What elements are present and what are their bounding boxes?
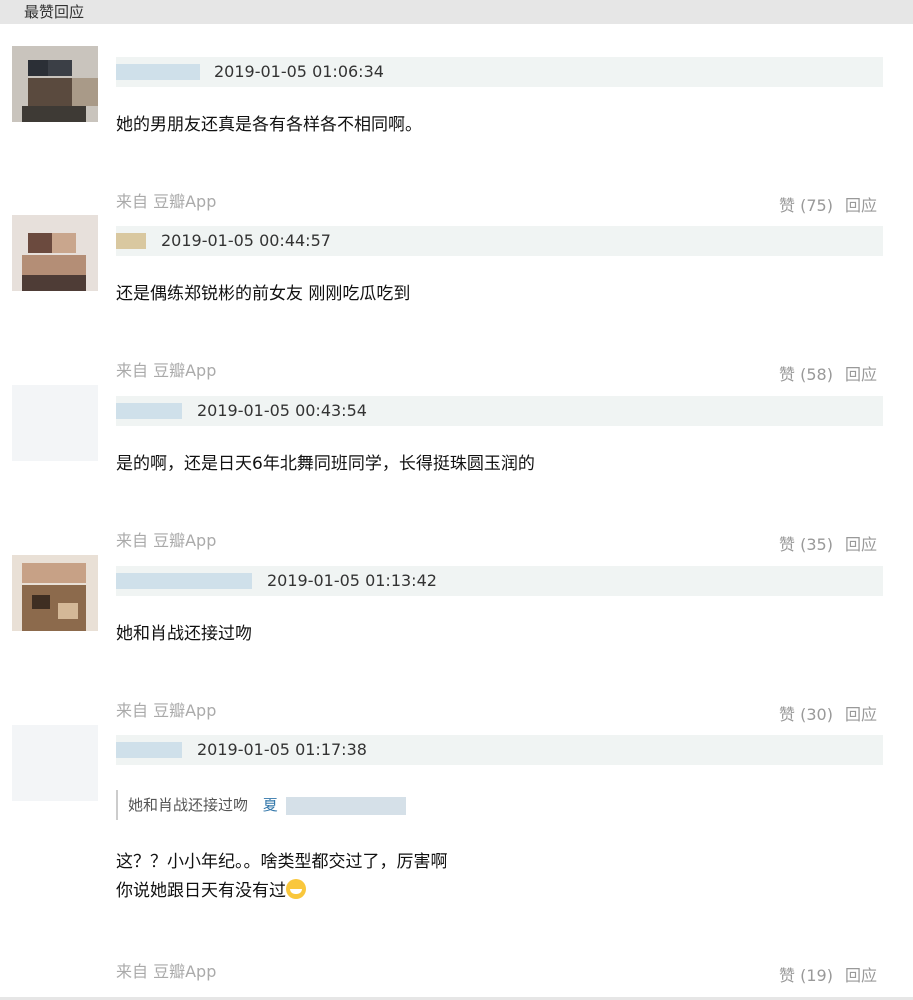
username-blurred[interactable] [116, 403, 182, 419]
quoted-reply: 她和肖战还接过吻 夏 [116, 790, 406, 820]
user-avatar[interactable] [12, 46, 98, 122]
comment-actions: 赞 (58) 回应 [767, 361, 877, 385]
comment-text: 她的男朋友还真是各有各样各不相同啊。 [116, 115, 422, 135]
comment-timestamp: 2019-01-05 01:06:34 [214, 62, 384, 81]
reply-button[interactable]: 回应 [845, 966, 877, 985]
comment-timestamp: 2019-01-05 00:43:54 [197, 401, 367, 420]
comment-actions: 赞 (75) 回应 [767, 192, 877, 216]
reply-button[interactable]: 回应 [845, 196, 877, 215]
user-avatar[interactable] [12, 385, 98, 461]
username-blurred[interactable] [116, 233, 146, 249]
quoted-author[interactable]: 夏 [263, 796, 278, 814]
comment-source: 来自 豆瓣App [116, 192, 217, 211]
comment-text: 还是偶练郑锐彬的前女友 刚刚吃瓜吃到 [116, 284, 411, 304]
comment-text-line-1: 这？？小小年纪。。啥类型都交过了，厉害啊 [116, 852, 448, 872]
reply-button[interactable]: 回应 [845, 705, 877, 724]
like-button[interactable]: 赞 (75) [779, 196, 833, 215]
comment-source: 来自 豆瓣App [116, 701, 217, 720]
reply-button[interactable]: 回应 [845, 535, 877, 554]
comment-actions: 赞 (35) 回应 [767, 531, 877, 555]
grinning-emoji-icon [286, 879, 306, 899]
comment-timestamp: 2019-01-05 01:13:42 [267, 571, 437, 590]
username-blurred[interactable] [116, 64, 200, 80]
comment-text: 是的啊，还是日天6年北舞同班同学，长得挺珠圆玉润的 [116, 454, 535, 474]
comment-source: 来自 豆瓣App [116, 531, 217, 550]
username-blurred[interactable] [116, 742, 182, 758]
comment-actions: 赞 (30) 回应 [767, 701, 877, 725]
section-header: 最赞回应 [0, 0, 913, 24]
comment-meta: 2019-01-05 01:06:34 [116, 57, 883, 87]
like-button[interactable]: 赞 (35) [779, 535, 833, 554]
comment-text: 她和肖战还接过吻 [116, 624, 252, 644]
quoted-author-blurred[interactable] [285, 796, 406, 815]
user-avatar[interactable] [12, 215, 98, 291]
comment-actions: 赞 (19) 回应 [767, 962, 877, 986]
comment-text-line-2-text: 你说她跟日天有没有过 [116, 881, 286, 901]
like-button[interactable]: 赞 (19) [779, 966, 833, 985]
section-title: 最赞回应 [24, 3, 85, 21]
reply-button[interactable]: 回应 [845, 365, 877, 384]
comment-meta: 2019-01-05 01:13:42 [116, 566, 883, 596]
quoted-text: 她和肖战还接过吻 [128, 796, 249, 814]
comment-meta: 2019-01-05 00:43:54 [116, 396, 883, 426]
comment-text-line-2: 你说她跟日天有没有过 [116, 878, 306, 905]
user-avatar[interactable] [12, 555, 98, 631]
comment-source: 来自 豆瓣App [116, 962, 217, 981]
like-button[interactable]: 赞 (30) [779, 705, 833, 724]
comment-timestamp: 2019-01-05 00:44:57 [161, 231, 331, 250]
username-blurred[interactable] [116, 573, 252, 589]
comment-timestamp: 2019-01-05 01:17:38 [197, 740, 367, 759]
like-button[interactable]: 赞 (58) [779, 365, 833, 384]
user-avatar[interactable] [12, 725, 98, 801]
comment-meta: 2019-01-05 00:44:57 [116, 226, 883, 256]
comment-meta: 2019-01-05 01:17:38 [116, 735, 883, 765]
comment-source: 来自 豆瓣App [116, 361, 217, 380]
